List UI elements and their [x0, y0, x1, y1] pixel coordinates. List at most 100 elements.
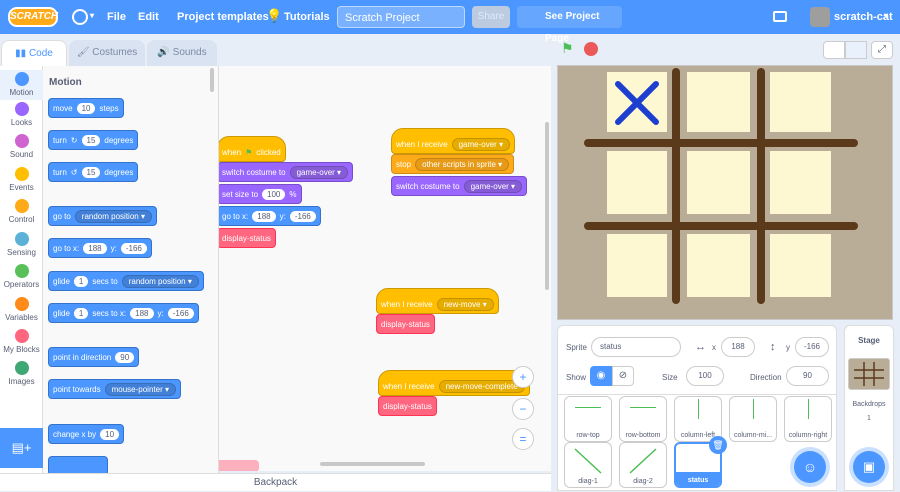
delete-sprite-button[interactable]: 🗑 [709, 436, 727, 454]
direction-input[interactable]: 90 [786, 366, 829, 386]
zoom-in-icon: + [519, 370, 527, 384]
switch-costume-block[interactable]: switch costume to game-over ▾ [219, 162, 354, 182]
category-looks[interactable]: Looks [0, 102, 43, 127]
share-button[interactable]: Share [472, 6, 510, 28]
lightbulb-icon: 💡 [266, 8, 283, 23]
add-sprite-button[interactable]: ☺ [794, 451, 826, 483]
rotate-right-icon: ↻ [70, 135, 78, 145]
tutorials-menu[interactable]: Tutorials [284, 11, 330, 23]
add-extension-button[interactable]: ▤+ [0, 428, 43, 468]
y-label: y [786, 343, 790, 352]
turn-right-block[interactable]: turn ↻ 15 degrees [48, 130, 139, 150]
show-visible-button[interactable]: ◉ [590, 366, 612, 386]
file-menu[interactable]: File [107, 11, 126, 23]
x-position-input[interactable]: 188 [721, 337, 755, 357]
palette-heading: Motion [49, 77, 82, 88]
offscreen-block-partial[interactable] [219, 460, 259, 471]
add-extension-icon: ▤+ [11, 440, 32, 455]
divider [558, 394, 836, 395]
avatar[interactable] [810, 7, 830, 27]
glide-to-block[interactable]: glide 1 secs to random position ▾ [48, 271, 204, 291]
when-receive-game-over-block[interactable]: when I receive game-over ▾ [391, 128, 516, 154]
edit-menu[interactable]: Edit [138, 11, 159, 23]
horizontal-arrows-icon: ↔ [695, 341, 706, 353]
zoom-in-button[interactable]: + [512, 366, 534, 388]
size-input[interactable]: 100 [686, 366, 724, 386]
stop-block[interactable]: stop other scripts in sprite ▾ [391, 154, 515, 174]
direction-label: Direction [750, 373, 782, 382]
diag-line-icon [629, 448, 657, 474]
vertical-scrollbar[interactable] [545, 122, 549, 290]
show-hidden-button[interactable]: ⊘ [612, 366, 634, 386]
zoom-reset-button[interactable]: = [512, 428, 534, 450]
horizontal-scrollbar[interactable] [320, 462, 425, 466]
sprite-thumb-column-left[interactable]: column-left [674, 396, 722, 442]
tab-code[interactable]: ▮▮ Code [1, 40, 67, 66]
sprite-thumb-diag-2[interactable]: diag-2 [619, 442, 667, 488]
fullscreen-icon[interactable]: ⤢ [871, 41, 893, 59]
my-stuff-folder-icon[interactable] [773, 11, 787, 22]
category-my-blocks[interactable]: My Blocks [0, 329, 43, 354]
chevron-down-icon[interactable]: ▾ [90, 11, 94, 20]
stop-sign-icon[interactable] [584, 42, 598, 56]
chevron-down-icon[interactable]: ▾ [884, 11, 888, 20]
tab-sounds[interactable]: 🔊 Sounds [147, 40, 217, 66]
move-block[interactable]: move 10 steps [48, 98, 124, 118]
stage-canvas[interactable] [557, 65, 893, 320]
category-control[interactable]: Control [0, 199, 43, 224]
go-to-xy-block[interactable]: go to x: 188 y: -166 [48, 238, 152, 258]
zoom-out-button[interactable]: − [512, 398, 534, 420]
eye-icon: ◉ [596, 370, 606, 381]
switch-costume-game-over-block[interactable]: switch costume to game-over ▾ [391, 176, 528, 196]
see-project-page-button[interactable]: See Project Page [517, 6, 622, 44]
glide-xy-block[interactable]: glide 1 secs to x: 188 y: -166 [48, 303, 199, 323]
category-images[interactable]: Images [0, 361, 43, 386]
category-sensing[interactable]: Sensing [0, 232, 43, 257]
block-palette: Motion move 10 steps turn ↻ 15 degrees turn ↺ 1… [43, 66, 219, 491]
language-globe-icon[interactable] [72, 9, 88, 25]
point-towards-block[interactable]: point towards mouse-pointer ▾ [48, 379, 181, 399]
sprite-info-panel: Sprite status ↔ x 188 ↕ y -166 Show ◉ ⊘ … [557, 325, 837, 491]
sprite-thumb-row-top[interactable]: row-top [564, 396, 612, 442]
go-to-xy-script-block[interactable]: go to x: 188 y: -166 [219, 206, 321, 226]
vertical-arrows-icon: ↕ [770, 341, 776, 353]
display-status-call-block-3[interactable]: display-status [378, 396, 437, 416]
normal-stage-button[interactable] [845, 41, 867, 59]
show-label: Show [566, 373, 587, 382]
category-events[interactable]: Events [0, 167, 43, 192]
backpack[interactable]: Backpack [0, 473, 551, 491]
when-receive-new-move-block[interactable]: when I receive new-move ▾ [376, 288, 499, 314]
category-sound[interactable]: Sound [0, 134, 43, 159]
category-variables[interactable]: Variables [0, 297, 43, 322]
sprite-name-input[interactable]: status [591, 337, 681, 357]
palette-scrollbar[interactable] [210, 68, 214, 92]
sprite-thumb-column-right[interactable]: column-right [784, 396, 832, 442]
display-status-call-block[interactable]: display-status [219, 228, 276, 248]
stage-title: Stage [858, 336, 880, 345]
stage-selector-panel[interactable]: Stage Backdrops 1 ▣ [844, 325, 894, 491]
add-backdrop-button[interactable]: ▣ [853, 451, 885, 483]
green-flag-icon[interactable]: ⚑ [561, 40, 574, 57]
script-area[interactable]: when ⚑ clicked switch costume to game-over … [219, 66, 551, 471]
when-flag-clicked-block[interactable]: when ⚑ clicked [219, 136, 286, 162]
change-x-block[interactable]: change x by 10 [48, 424, 125, 444]
turn-left-block[interactable]: turn ↺ 15 degrees [48, 162, 139, 182]
go-to-block[interactable]: go to random position ▾ [48, 206, 157, 226]
tab-costumes[interactable]: 🖌 Costumes [69, 40, 145, 66]
set-size-block[interactable]: set size to 100% [219, 184, 302, 204]
project-templates-menu[interactable]: Project templates [177, 11, 269, 23]
small-stage-button[interactable] [823, 41, 845, 59]
sprite-thumb-diag-1[interactable]: diag-1 [564, 442, 612, 488]
stage-backdrop-thumbnail[interactable] [848, 358, 890, 390]
sprite-thumb-column-middle[interactable]: column-mi... [729, 396, 777, 442]
display-status-call-block-2[interactable]: display-status [376, 314, 435, 334]
y-position-input[interactable]: -166 [795, 337, 829, 357]
scratch-logo[interactable]: SCRATCH [8, 7, 58, 27]
category-motion[interactable]: Motion [0, 70, 43, 100]
category-operators[interactable]: Operators [0, 264, 43, 289]
trash-icon: 🗑 [712, 440, 724, 450]
sprite-thumb-row-bottom[interactable]: row-bottom [619, 396, 667, 442]
point-in-direction-block[interactable]: point in direction 90 [48, 347, 140, 367]
project-title-input[interactable]: Scratch Project [337, 6, 465, 28]
when-receive-new-move-complete-block[interactable]: when I receive new-move-complete [378, 370, 530, 396]
